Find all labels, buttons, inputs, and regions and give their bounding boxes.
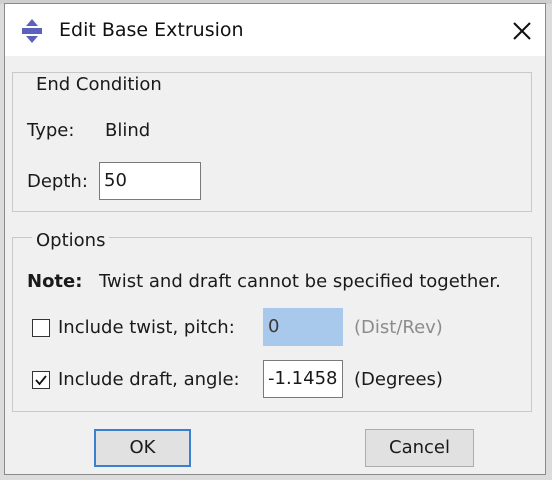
include-twist-checkbox[interactable] <box>32 319 50 337</box>
checkmark-icon <box>35 375 47 386</box>
edit-base-extrusion-dialog: Edit Base Extrusion End Condition Type: … <box>4 3 546 475</box>
type-label: Type: <box>27 120 75 141</box>
options-group-label: Options <box>32 230 110 251</box>
depth-input[interactable]: 50 <box>99 162 201 200</box>
close-button[interactable] <box>505 14 539 48</box>
draft-angle-unit: (Degrees) <box>354 369 443 390</box>
include-draft-label[interactable]: Include draft, angle: <box>58 369 240 390</box>
note-text: Twist and draft cannot be specified toge… <box>99 271 501 292</box>
twist-pitch-input[interactable]: 0 <box>263 308 343 346</box>
note-label: Note: <box>27 271 83 292</box>
twist-pitch-unit: (Dist/Rev) <box>354 317 443 338</box>
close-icon <box>513 22 531 40</box>
include-draft-checkbox[interactable] <box>32 371 50 389</box>
dialog-title: Edit Base Extrusion <box>59 19 244 41</box>
type-value: Blind <box>105 120 151 141</box>
depth-label: Depth: <box>27 171 88 192</box>
extrude-icon <box>19 18 45 44</box>
cancel-button[interactable]: Cancel <box>365 429 474 467</box>
include-twist-label[interactable]: Include twist, pitch: <box>58 317 235 338</box>
draft-angle-input[interactable]: -1.1458 <box>263 360 343 398</box>
title-bar[interactable]: Edit Base Extrusion <box>5 4 545 56</box>
end-condition-group-label: End Condition <box>32 74 166 95</box>
ok-button[interactable]: OK <box>94 429 191 467</box>
